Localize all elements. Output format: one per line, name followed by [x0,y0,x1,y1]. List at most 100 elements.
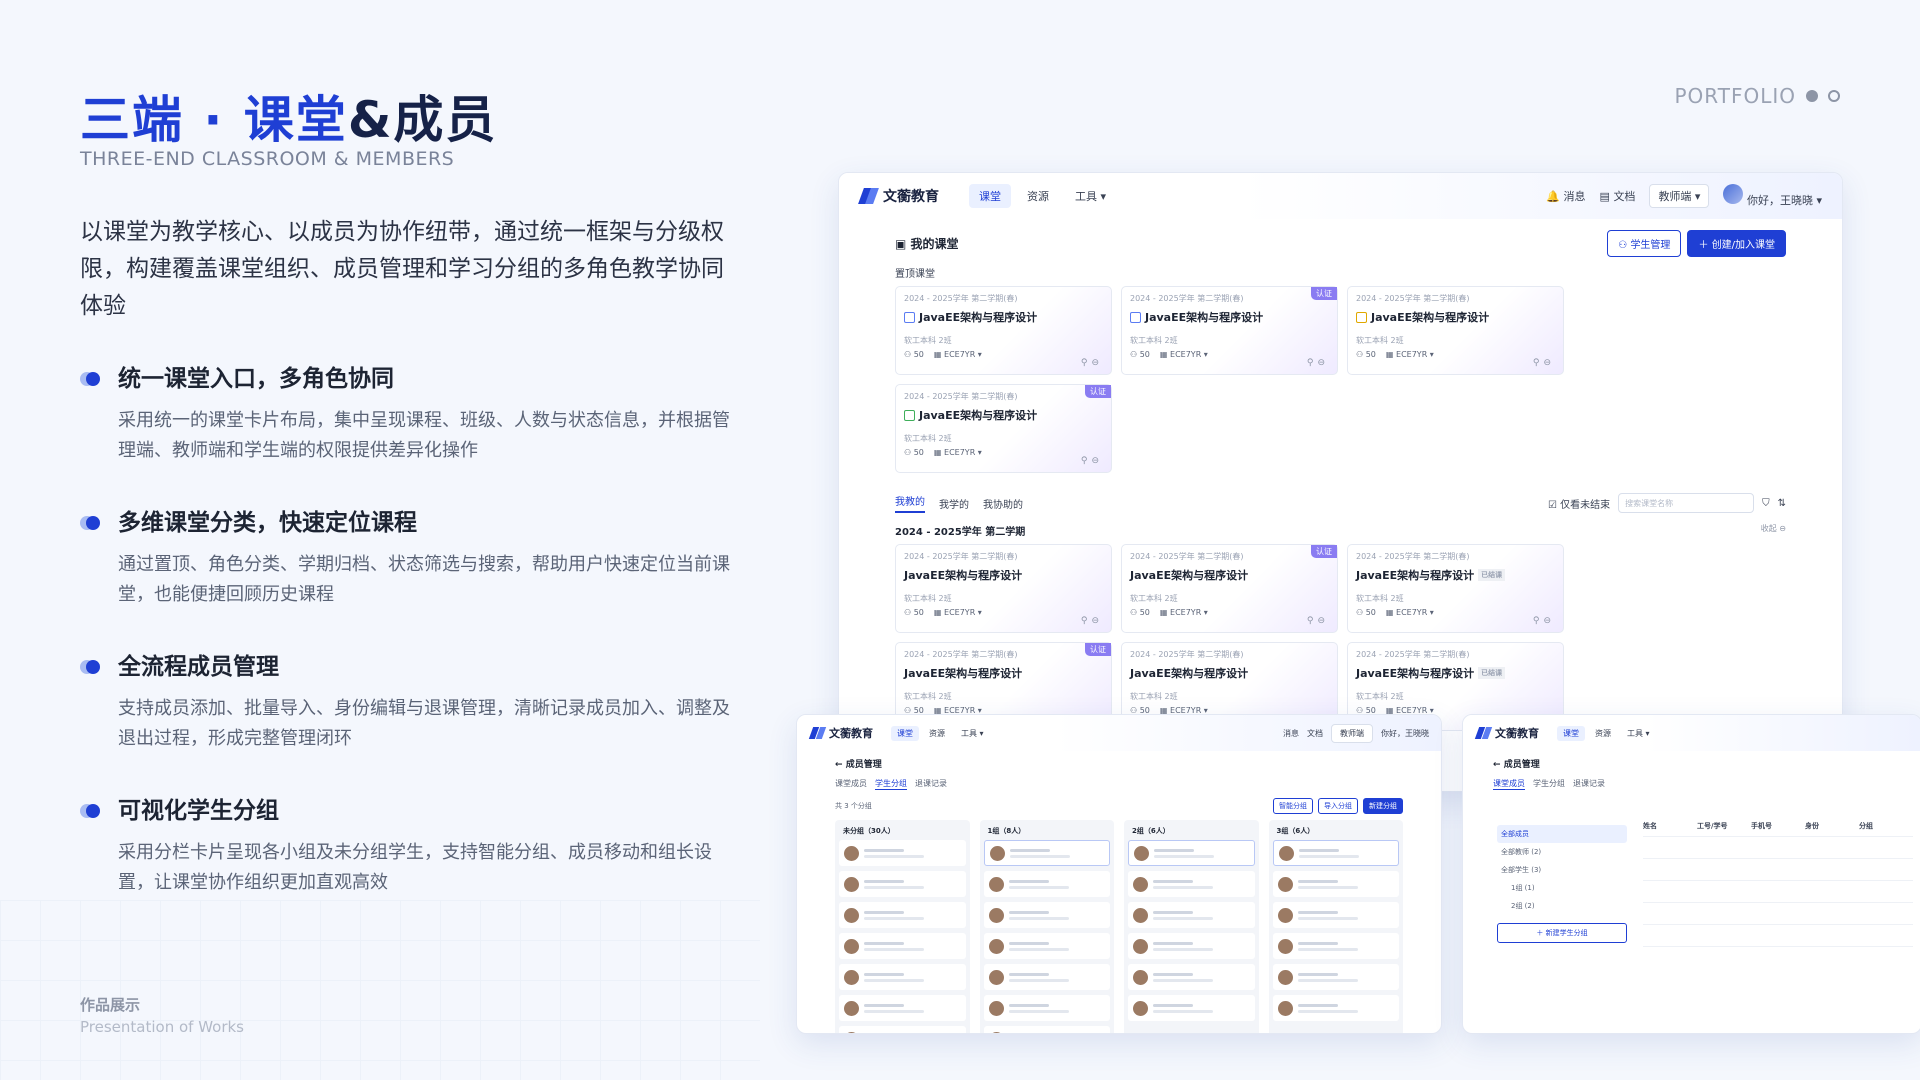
member-card[interactable] [983,871,1110,897]
member-card[interactable] [983,995,1110,1021]
user-menu[interactable]: 你好，王晓晓 [1381,728,1429,739]
background-grid [0,900,760,1080]
class-card[interactable]: 2024 - 2025学年 第二学期(春) JavaEE架构与程序设计 软工本科… [895,286,1112,375]
tab-drop-records[interactable]: 退课记录 [1573,778,1605,790]
only-unfinished-checkbox[interactable]: ☑ 仅看未结束 [1548,496,1610,511]
member-card[interactable] [839,871,966,897]
bullet-icon [80,660,102,676]
table-row[interactable] [1643,925,1913,947]
sort-icon[interactable]: ⇅ [1778,498,1786,509]
student-grouping-window: 文蘅教育 课堂 资源 工具 ▾ 消息 文档 教师端 你好，王晓晓 ← 成员管理 … [796,714,1442,1034]
tree-item-students[interactable]: 全部学生 (3) [1497,861,1627,879]
app-logo[interactable]: 文蘅教育 [1475,725,1539,741]
portfolio-indicator: PORTFOLIO [1675,84,1840,108]
tab-classroom[interactable]: 课堂 [1557,725,1585,741]
app-logo[interactable]: 文蘅教育 [809,725,873,741]
new-student-group-button[interactable]: ＋ 新建学生分组 [1497,923,1627,943]
app-logo[interactable]: 文蘅教育 [859,186,939,206]
group-count: 共 3 个分组 [835,802,872,810]
class-card[interactable]: 2024 - 2025学年 第二学期(春) JavaEE架构与程序设计 软工本科… [895,544,1112,633]
member-card[interactable] [1272,964,1399,990]
tab-resources[interactable]: 资源 [923,726,951,741]
member-card[interactable] [983,840,1110,866]
search-input[interactable]: 搜索课堂名称 [1618,493,1755,513]
member-card[interactable] [839,840,966,866]
create-join-button[interactable]: ＋ 创建/加入课堂 [1687,229,1786,257]
member-card[interactable] [839,933,966,959]
tab-class-members[interactable]: 课堂成员 [835,778,867,790]
class-card[interactable]: 认证 2024 - 2025学年 第二学期(春) JavaEE架构与程序设计 软… [895,384,1112,473]
tree-item-group1[interactable]: 1组 (1) [1497,879,1627,897]
user-menu[interactable]: 你好，王晓晓 ▾ [1723,184,1822,208]
table-row[interactable] [1643,859,1913,881]
tree-item-group2[interactable]: 2组 (2) [1497,897,1627,915]
message-button[interactable]: 🔔 消息 [1546,188,1585,204]
tree-item-all[interactable]: 全部成员 [1497,825,1627,843]
page-title: 三端 · 课堂&成员 [80,91,498,149]
member-card[interactable] [1272,933,1399,959]
class-card[interactable]: 认证 2024 - 2025学年 第二学期(春) JavaEE架构与程序设计 软… [1121,286,1338,375]
member-card[interactable] [1128,964,1255,990]
class-card[interactable]: 2024 - 2025学年 第二学期(春) JavaEE架构与程序设计 已结课 软… [1347,544,1564,633]
table-row[interactable] [1643,881,1913,903]
member-card[interactable] [1128,871,1255,897]
member-card[interactable] [983,902,1110,928]
member-card[interactable] [1272,902,1399,928]
tree-item-teachers[interactable]: 全部教师 (2) [1497,843,1627,861]
member-card[interactable] [1128,933,1255,959]
member-card[interactable] [839,1026,966,1033]
table-header: 姓名 工号/学号 手机号 身份 分组 [1643,815,1913,837]
tab-resources[interactable]: 资源 [1017,184,1059,208]
tab-classroom[interactable]: 课堂 [891,725,919,741]
card-ops-icon[interactable]: ⚲⊖ [1307,616,1329,626]
member-card[interactable] [983,964,1110,990]
tab-resources[interactable]: 资源 [1589,726,1617,741]
card-ops-icon[interactable]: ⚲⊖ [1533,616,1555,626]
member-card[interactable] [983,933,1110,959]
tab-teaching[interactable]: 我教的 [895,493,925,513]
card-ops-icon[interactable]: ⚲⊖ [1081,358,1103,368]
member-card[interactable] [1128,995,1255,1021]
smart-group-button[interactable]: 智能分组 [1273,798,1313,814]
page-dot-inactive [1828,90,1840,102]
table-row[interactable] [1643,837,1913,859]
member-card[interactable] [983,1026,1110,1033]
filter-icon[interactable]: ⛉ [1762,498,1770,509]
tab-class-members[interactable]: 课堂成员 [1493,778,1525,790]
tab-student-groups[interactable]: 学生分组 [1533,778,1565,790]
member-card[interactable] [839,964,966,990]
member-card[interactable] [839,902,966,928]
tab-drop-records[interactable]: 退课记录 [915,778,947,790]
member-card[interactable] [1272,995,1399,1021]
collapse-button[interactable]: 收起 ⊖ [1761,523,1786,538]
docs-button[interactable]: 文档 [1307,728,1323,739]
import-group-button[interactable]: 导入分组 [1318,798,1358,814]
role-select[interactable]: 教师端 [1331,723,1373,743]
class-card[interactable]: 认证 2024 - 2025学年 第二学期(春) JavaEE架构与程序设计 软… [1121,544,1338,633]
member-card[interactable] [1128,840,1255,866]
card-ops-icon[interactable]: ⚲⊖ [1081,616,1103,626]
card-ops-icon[interactable]: ⚲⊖ [1533,358,1555,368]
member-card[interactable] [1272,840,1399,866]
member-card[interactable] [839,995,966,1021]
role-select[interactable]: 教师端 ▾ [1649,184,1710,208]
card-ops-icon[interactable]: ⚲⊖ [1307,358,1329,368]
tab-tools[interactable]: 工具 ▾ [1065,184,1116,208]
class-card[interactable]: 2024 - 2025学年 第二学期(春) JavaEE架构与程序设计 软工本科… [1347,286,1564,375]
member-card[interactable] [1272,871,1399,897]
tab-tools[interactable]: 工具 ▾ [1621,726,1656,741]
member-card[interactable] [1128,902,1255,928]
message-button[interactable]: 消息 [1283,728,1299,739]
tab-assisting[interactable]: 我协助的 [983,496,1023,511]
class-members-window: 文蘅教育 课堂 资源 工具 ▾ ← 成员管理 课堂成员 学生分组 退课记录 全部… [1462,714,1920,1034]
logo-icon [859,188,877,204]
student-mgmt-button[interactable]: ⚇ 学生管理 [1607,229,1682,257]
tab-learning[interactable]: 我学的 [939,496,969,511]
tab-classroom[interactable]: 课堂 [969,184,1011,208]
table-row[interactable] [1643,903,1913,925]
tab-student-groups[interactable]: 学生分组 [875,778,907,790]
card-ops-icon[interactable]: ⚲⊖ [1081,456,1103,466]
new-group-button[interactable]: 新建分组 [1363,798,1403,814]
docs-button[interactable]: ▤ 文档 [1600,188,1636,204]
tab-tools[interactable]: 工具 ▾ [955,726,990,741]
